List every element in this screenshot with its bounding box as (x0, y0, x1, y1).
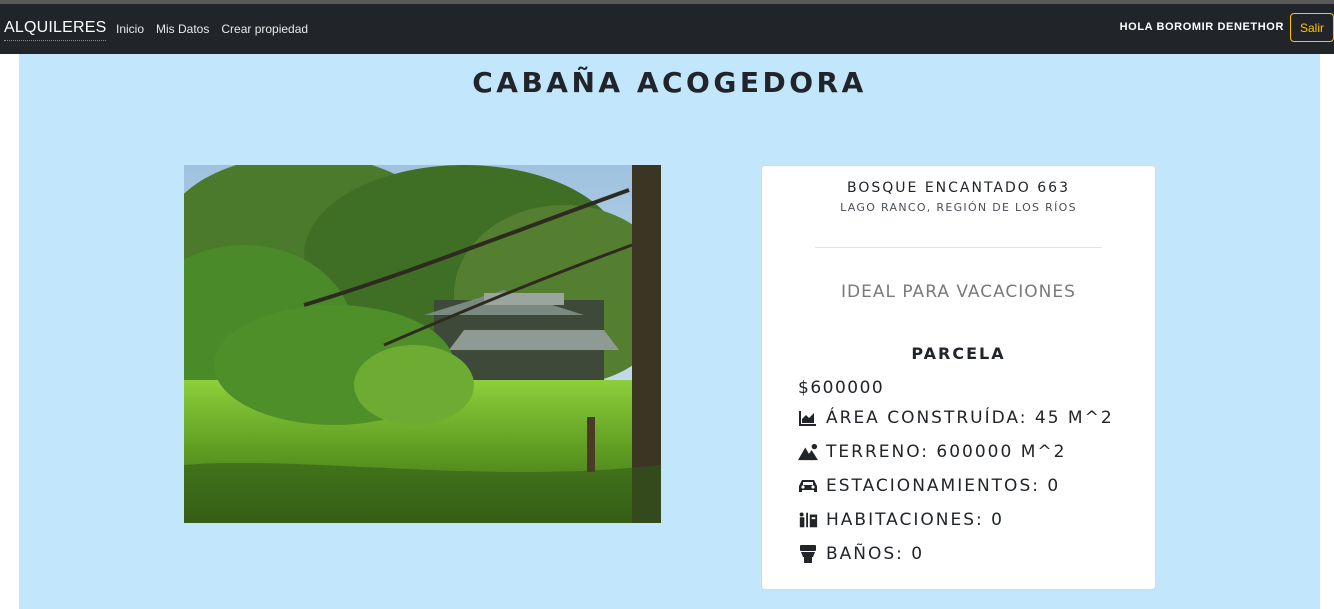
property-price: $600000 (798, 378, 885, 398)
user-greeting: HOLA BOROMIR DENETHOR (1119, 21, 1284, 33)
property-detail: CABAÑA ACOGEDORA BOSQUE ENCANTADO 663 LA… (19, 54, 1320, 609)
mountain-icon (798, 442, 818, 462)
property-photo (184, 165, 661, 523)
nav-link-crear-propiedad[interactable]: Crear propiedad (221, 22, 308, 36)
feature-label: ÁREA CONSTRUÍDA: 45 M^2 (826, 408, 1114, 428)
brand-link[interactable]: ALQUILERES (4, 19, 107, 41)
toilet-icon (798, 544, 818, 564)
area-chart-icon (798, 408, 818, 428)
people-icon (798, 510, 818, 530)
feature-label: HABITACIONES: 0 (826, 510, 1004, 530)
car-icon (798, 476, 818, 496)
feature-label: ESTACIONAMIENTOS: 0 (826, 476, 1061, 496)
property-photo-carousel[interactable] (184, 165, 661, 523)
feature-rooms: HABITACIONES: 0 (798, 510, 1004, 530)
property-type: PARCELA (911, 344, 1006, 363)
nav-link-mis-datos[interactable]: Mis Datos (156, 22, 209, 36)
feature-label: TERRENO: 600000 M^2 (826, 442, 1067, 462)
feature-built-area: ÁREA CONSTRUÍDA: 45 M^2 (798, 408, 1114, 428)
nav-links: Inicio Mis Datos Crear propiedad (116, 22, 308, 36)
nav-link-inicio[interactable]: Inicio (116, 22, 144, 36)
property-tagline: IDEAL PARA VACACIONES (841, 282, 1076, 302)
feature-label: BAÑOS: 0 (826, 544, 925, 564)
property-info-card: BOSQUE ENCANTADO 663 LAGO RANCO, REGIÓN … (761, 165, 1156, 590)
property-address: BOSQUE ENCANTADO 663 (847, 180, 1070, 196)
page-title: CABAÑA ACOGEDORA (472, 66, 867, 99)
feature-parking: ESTACIONAMIENTOS: 0 (798, 476, 1060, 496)
feature-bathrooms: BAÑOS: 0 (798, 544, 924, 564)
navbar: ALQUILERES Inicio Mis Datos Crear propie… (0, 4, 1334, 54)
logout-button[interactable]: Salir (1290, 13, 1334, 42)
feature-land-area: TERRENO: 600000 M^2 (798, 442, 1066, 462)
divider (815, 247, 1102, 248)
property-location: LAGO RANCO, REGIÓN DE LOS RÍOS (840, 201, 1077, 214)
